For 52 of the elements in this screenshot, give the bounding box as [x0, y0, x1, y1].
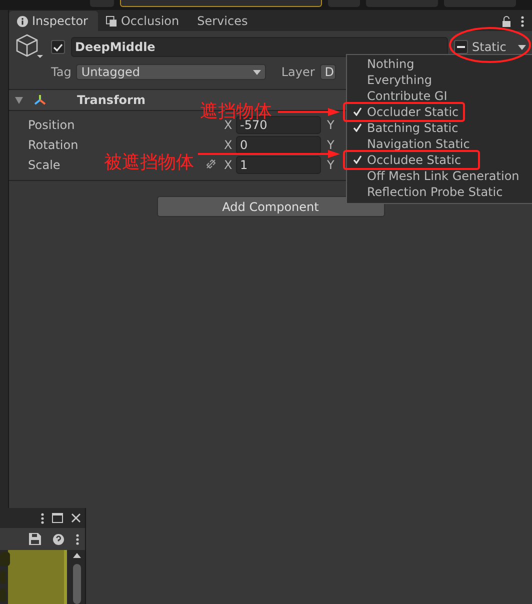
enabled-checkbox[interactable] [51, 40, 65, 54]
link-icon[interactable] [206, 159, 216, 169]
close-icon[interactable] [71, 513, 81, 523]
more-icon[interactable] [76, 534, 79, 544]
caret-icon[interactable] [518, 44, 526, 50]
property-label: Position [28, 118, 75, 132]
menu-item[interactable]: Navigation Static [347, 136, 470, 152]
tag-label: Tag [51, 65, 72, 79]
more-icon[interactable] [41, 512, 44, 524]
expand-arrow-icon[interactable] [15, 96, 23, 104]
check-icon [352, 155, 362, 164]
layer-dropdown[interactable]: D [320, 64, 336, 80]
menu-item[interactable]: Batching Static [347, 120, 458, 136]
transform-axes-icon [33, 94, 47, 106]
axis-label: X [224, 158, 234, 172]
menu-item[interactable]: Contribute GI [347, 88, 448, 104]
menu-item[interactable]: Nothing [347, 56, 414, 72]
axis-label: Y [327, 138, 336, 152]
save-icon[interactable] [29, 533, 41, 545]
window-stack-icon [106, 16, 117, 26]
name-field[interactable]: DeepMiddle [71, 37, 448, 57]
annotation-text: 被遮挡物体 [104, 153, 194, 173]
maximize-icon[interactable] [52, 513, 63, 523]
menu-item[interactable]: Off Mesh Link Generation [347, 168, 520, 184]
property-label: Rotation [28, 138, 78, 152]
panel-tab[interactable]: Inspector [9, 11, 98, 31]
property-label: Scale [28, 158, 60, 172]
axis-label: X [224, 118, 232, 132]
timeline-drawing [0, 550, 70, 604]
cube-icon[interactable] [15, 33, 45, 61]
panel-tab[interactable]: Services [189, 11, 258, 31]
toolbar-field[interactable] [120, 0, 322, 7]
info-icon [17, 16, 28, 26]
axis-label: Y [327, 118, 336, 132]
arrow [278, 108, 340, 116]
layer-label: Layer [281, 65, 315, 79]
axis-label: Y [327, 158, 336, 172]
tag-dropdown[interactable]: Untagged [76, 64, 266, 80]
number-field[interactable]: 1 [236, 156, 321, 174]
more-icon[interactable] [521, 16, 524, 26]
static-label: Static [472, 40, 506, 54]
component-title: Transform [77, 93, 146, 107]
number-field[interactable]: 0 [236, 136, 321, 154]
caret-icon [253, 70, 262, 74]
lock-icon[interactable] [502, 16, 511, 26]
check-icon [53, 42, 63, 52]
add-component-button[interactable]: Add Component [156, 196, 384, 217]
help-icon[interactable] [53, 534, 64, 544]
static-checkbox[interactable] [454, 40, 468, 54]
panel-tab[interactable]: Occlusion [98, 11, 190, 31]
axis-label: X [224, 138, 234, 152]
menu-item[interactable]: Everything [347, 72, 432, 88]
